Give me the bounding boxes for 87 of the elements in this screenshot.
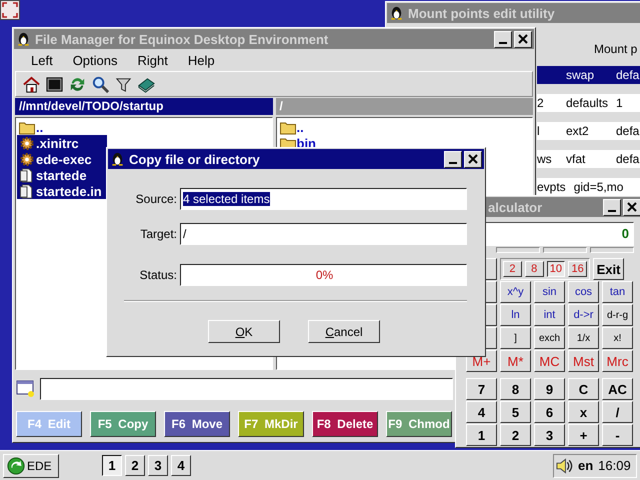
workspace-button[interactable]: 1 [102, 455, 122, 476]
exit-button[interactable]: Exit [593, 258, 624, 280]
calculator-key[interactable]: d->r [568, 304, 599, 326]
calculator-key[interactable]: Mst [568, 350, 599, 372]
cancel-button[interactable]: Cancel [308, 320, 380, 343]
calculator-key[interactable]: int [534, 304, 565, 326]
calculator-key[interactable]: C [568, 378, 599, 400]
calculator-key[interactable]: d-r-g [602, 304, 633, 326]
language-indicator[interactable]: en [578, 458, 594, 473]
calculator-key[interactable]: ] [500, 327, 531, 349]
clock: 16:09 [598, 458, 631, 473]
calculator-key[interactable]: 1/x [568, 327, 599, 349]
calculator-key[interactable]: MC [534, 350, 565, 372]
table-cell: defa [616, 152, 640, 166]
calculator-key[interactable]: sin [534, 281, 565, 303]
calculator-key[interactable]: 6 [534, 401, 565, 423]
calculator-key[interactable]: M* [500, 350, 531, 372]
calculator-key[interactable]: 4 [466, 401, 497, 423]
file-item[interactable]: startede [17, 167, 107, 183]
file-item[interactable]: .. [278, 119, 368, 135]
table-cell: defaults [566, 96, 608, 110]
file-item[interactable]: ede-exec [17, 151, 107, 167]
workspace-button[interactable]: 2 [125, 455, 145, 476]
table-row[interactable]: l ext2 defa [537, 122, 640, 140]
table-cell: 1 [616, 96, 623, 110]
function-key-button[interactable]: F8 Delete [312, 411, 378, 437]
table-row[interactable]: ws vfat defa [537, 150, 640, 168]
text-field[interactable]: / [180, 223, 467, 245]
base-button[interactable]: 2 [503, 261, 522, 277]
calculator-key[interactable]: - [602, 424, 633, 446]
table-cell: ws [537, 152, 552, 166]
table-cell: defa [616, 124, 640, 138]
menu-item[interactable]: Right [128, 52, 178, 68]
table-row[interactable]: evpts gid=5,mo [537, 178, 640, 196]
file-item[interactable]: .. [17, 119, 107, 135]
table-cell: defa [616, 68, 640, 82]
function-key-button[interactable]: F6 Move [164, 411, 230, 437]
base-button[interactable]: 8 [524, 261, 544, 277]
field-label: Source: [134, 192, 177, 206]
calculator-key[interactable]: cos [568, 281, 599, 303]
calculator-key[interactable]: Mrc [602, 350, 633, 372]
calculator-key[interactable]: / [602, 401, 633, 423]
ok-button[interactable]: OK [208, 320, 280, 343]
calculator-key[interactable]: 8 [500, 378, 531, 400]
calculator-key[interactable]: tan [602, 281, 633, 303]
calculator-key[interactable]: x! [602, 327, 633, 349]
column-header[interactable]: Mount p [594, 42, 638, 56]
field-label: Status: [138, 268, 177, 282]
table-cell: evpts [537, 180, 566, 194]
calculator-key[interactable]: 7 [466, 378, 497, 400]
calculator-key[interactable]: 9 [534, 378, 565, 400]
table-row[interactable]: 2 defaults 1 [537, 94, 640, 112]
field-label: Target: [139, 227, 177, 241]
window-title: Copy file or directory [129, 152, 260, 166]
window-title: File Manager for Equinox Desktop Environment [35, 32, 328, 46]
workspace-button[interactable]: 4 [171, 455, 191, 476]
window-title: Mount points edit utility [408, 6, 555, 20]
table-cell: l [537, 124, 540, 138]
text-field[interactable]: 4 selected items [180, 188, 467, 210]
menu-item[interactable]: Left [21, 52, 63, 68]
menu-item[interactable]: Options [62, 52, 128, 68]
workspace-button[interactable]: 3 [148, 455, 168, 476]
table-cell: ext2 [566, 124, 589, 138]
calculator-key[interactable]: x [568, 401, 599, 423]
table-cell: vfat [566, 152, 586, 166]
file-item[interactable]: startede.in [17, 183, 107, 199]
calculator-key[interactable]: 5 [500, 401, 531, 423]
calculator-key[interactable]: exch [534, 327, 565, 349]
calculator-key[interactable]: 1 [466, 424, 497, 446]
calculator-key[interactable]: 3 [534, 424, 565, 446]
base-button[interactable]: 16 [568, 261, 587, 277]
calculator-key[interactable]: AC [602, 378, 633, 400]
table-row[interactable]: swap defa [537, 66, 640, 84]
calculator-key[interactable]: + [568, 424, 599, 446]
calculator-key[interactable]: ln [500, 304, 531, 326]
table-cell: swap [566, 68, 594, 82]
start-button[interactable]: EDE [3, 454, 59, 478]
window-title: alculator [488, 200, 542, 214]
calculator-key[interactable]: 2 [500, 424, 531, 446]
progress-reading: 0% [316, 268, 334, 282]
table-cell: gid=5,mo [574, 180, 624, 194]
file-item[interactable]: .xinitrc [17, 135, 107, 151]
path-bar[interactable]: //mnt/devel/TODO/startup [15, 98, 272, 115]
calculator-key[interactable]: x^y [500, 281, 531, 303]
menu-item[interactable]: Help [178, 52, 225, 68]
table-cell: 2 [537, 96, 544, 110]
base-button[interactable]: 10 [546, 261, 566, 277]
